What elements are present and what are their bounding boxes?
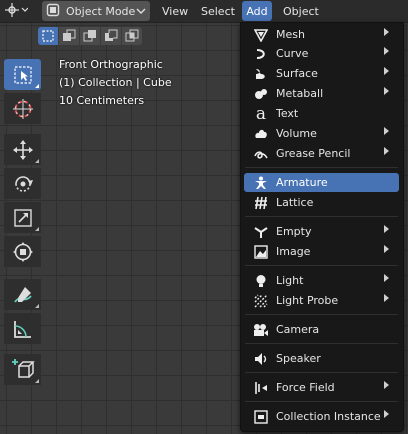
select-subtract-icon [83, 30, 96, 42]
menu-item-surface[interactable]: Surface [244, 64, 399, 83]
lattice-icon [252, 195, 270, 211]
mesh-icon [252, 27, 270, 43]
menu-item-camera[interactable]: Camera [244, 320, 399, 339]
menu-item-speaker[interactable]: Speaker [244, 349, 399, 368]
menu-item-armature[interactable]: Armature [244, 173, 399, 192]
submenu-arrow-icon [384, 147, 389, 155]
light-bulb-icon [252, 273, 270, 289]
object-mode-label: Object Mode [66, 4, 136, 18]
menu-separator [245, 167, 398, 168]
grease-pencil-icon [252, 146, 270, 162]
menu-item-empty[interactable]: Empty [244, 222, 399, 241]
tool-measure[interactable] [4, 313, 41, 344]
menu-item-grease-pencil[interactable]: Grease Pencil [244, 144, 399, 163]
select-new-button[interactable] [38, 27, 58, 45]
grid-scale-label: 10 Centimeters [59, 94, 145, 107]
menu-item-light-probe[interactable]: Light Probe [244, 291, 399, 310]
tool-move[interactable] [4, 134, 41, 165]
speaker-icon [252, 351, 270, 367]
tool-cursor[interactable] [4, 93, 41, 124]
select-intersect-button[interactable] [122, 27, 142, 45]
tool-annotate[interactable] [4, 279, 41, 310]
camera-icon [252, 322, 270, 338]
curve-icon [252, 46, 270, 62]
select-new-icon [42, 30, 54, 42]
add-menu-dropdown: Mesh Curve Surface Metaball a Text Volum… [240, 22, 404, 432]
editor-type-icon [4, 2, 29, 21]
menu-object[interactable]: Object [278, 1, 324, 21]
submenu-arrow-icon [384, 274, 389, 282]
object-mode-icon [46, 3, 60, 20]
collection-instance-icon [252, 409, 270, 425]
select-box-icon [13, 65, 32, 84]
menu-separator [245, 216, 398, 217]
menu-separator [245, 343, 398, 344]
submenu-arrow-icon [384, 28, 389, 36]
menu-add[interactable]: Add [242, 1, 272, 21]
tool-transform[interactable] [4, 236, 41, 267]
select-subtract-button[interactable] [80, 27, 100, 45]
image-icon [252, 244, 270, 260]
rotate-icon [14, 175, 33, 192]
submenu-arrow-icon [384, 245, 389, 253]
menu-item-text[interactable]: a Text [244, 104, 399, 123]
move-icon [12, 139, 33, 160]
view-name-label: Front Orthographic [59, 58, 163, 71]
submenu-arrow-icon [384, 47, 389, 55]
object-mode-dropdown[interactable]: Object Mode [42, 1, 150, 21]
collection-label: (1) Collection | Cube [59, 76, 172, 89]
light-probe-icon [252, 293, 270, 309]
submenu-arrow-icon [384, 381, 389, 389]
submenu-arrow-icon [384, 127, 389, 135]
add-cube-icon [11, 358, 35, 378]
menu-item-image[interactable]: Image [244, 242, 399, 261]
editor-type-button[interactable] [4, 1, 38, 21]
menu-view[interactable]: View [157, 1, 193, 21]
menu-separator [245, 265, 398, 266]
tool-add-cube[interactable] [4, 354, 41, 385]
surface-icon [252, 66, 270, 82]
empty-icon [252, 224, 270, 240]
cursor-icon [12, 98, 33, 119]
menu-item-force-field[interactable]: Force Field [244, 378, 399, 397]
viewport-header: Object Mode View Select Add Object [0, 0, 408, 23]
armature-icon [252, 175, 270, 191]
submenu-arrow-icon [384, 294, 389, 302]
menu-separator [245, 372, 398, 373]
menu-item-mesh[interactable]: Mesh [244, 25, 399, 44]
tool-rotate[interactable] [4, 168, 41, 199]
menu-separator [245, 314, 398, 315]
menu-item-curve[interactable]: Curve [244, 44, 399, 63]
select-extend-icon [63, 29, 76, 41]
measure-icon [13, 320, 31, 338]
annotate-icon [13, 286, 32, 303]
menu-separator [245, 401, 398, 402]
select-invert-icon [105, 29, 118, 41]
volume-icon [252, 126, 270, 142]
menu-item-collection-instance[interactable]: Collection Instance [244, 407, 399, 426]
menu-item-lattice[interactable]: Lattice [244, 193, 399, 212]
selection-mode-group [38, 27, 143, 47]
submenu-arrow-icon [384, 225, 389, 233]
menu-item-volume[interactable]: Volume [244, 124, 399, 143]
select-extend-button[interactable] [59, 27, 79, 45]
force-field-icon [252, 380, 270, 396]
chevron-down-icon [136, 4, 146, 21]
text-icon: a [255, 103, 267, 124]
scale-icon [13, 208, 32, 227]
select-intersect-icon [125, 29, 139, 42]
tool-scale[interactable] [4, 202, 41, 233]
transform-icon [12, 241, 33, 262]
menu-select[interactable]: Select [196, 1, 240, 21]
submenu-arrow-icon [384, 87, 389, 95]
submenu-arrow-icon [384, 410, 389, 418]
tool-select-box[interactable] [4, 59, 41, 90]
menu-item-metaball[interactable]: Metaball [244, 84, 399, 103]
menu-item-light[interactable]: Light [244, 271, 399, 290]
submenu-arrow-icon [384, 67, 389, 75]
select-invert-button[interactable] [101, 27, 121, 45]
metaball-icon [252, 86, 270, 102]
